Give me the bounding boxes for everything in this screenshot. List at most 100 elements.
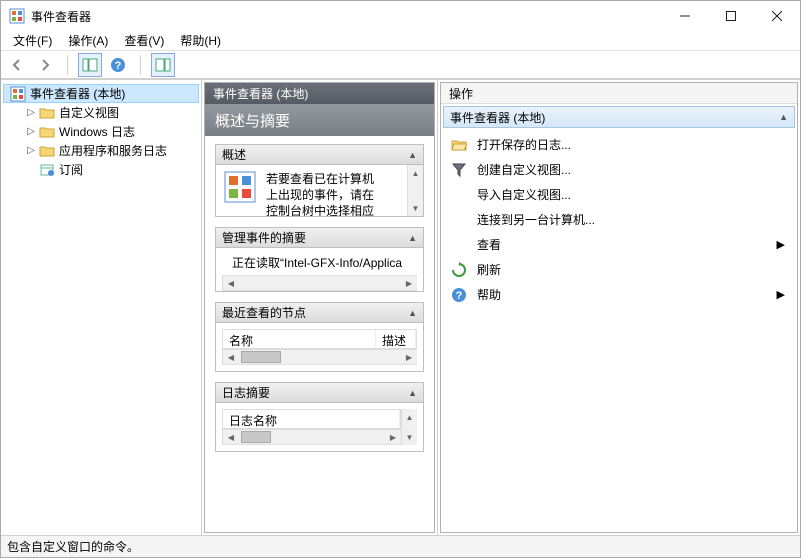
toolbar-separator-2 <box>140 55 141 75</box>
scroll-up-arrow[interactable]: ▲ <box>402 409 417 425</box>
window: 事件查看器 文件(F) 操作(A) 查看(V) 帮助(H) <box>0 0 801 558</box>
tree-item-label: Windows 日志 <box>59 123 135 140</box>
scroll-down-arrow[interactable]: ▼ <box>402 429 417 445</box>
column-name[interactable]: 名称 <box>223 330 376 348</box>
center-pane: 事件查看器 (本地) 概述与摘要 概述 ▲ <box>202 80 438 535</box>
center-header: 事件查看器 (本地) <box>205 83 434 104</box>
scroll-left-arrow[interactable]: ◀ <box>223 279 239 288</box>
forward-button[interactable] <box>33 53 57 77</box>
logsum-list-header: 日志名称 <box>222 409 401 429</box>
submenu-arrow-icon: ▶ <box>777 288 791 301</box>
chevron-up-icon: ▲ <box>408 150 417 160</box>
expander-icon[interactable]: ▷ <box>25 126 37 137</box>
section-recent-header[interactable]: 最近查看的节点 ▲ <box>215 302 424 323</box>
actions-group-header[interactable]: 事件查看器 (本地) ▲ <box>443 106 795 128</box>
column-desc[interactable]: 描述 <box>376 330 416 348</box>
panes: 事件查看器 (本地) ▷ 自定义视图 ▷ Windows 日志 ▷ <box>1 79 800 535</box>
status-bar: 包含自定义窗口的命令。 <box>1 535 800 557</box>
section-overview: 概述 ▲ 若要查看已在计算机 上出现的事件，请在 <box>215 144 424 217</box>
logsum-vscroll[interactable]: ▲ ▼ <box>401 409 417 445</box>
section-admin: 管理事件的摘要 ▲ 正在读取“Intel-GFX-Info/Applica ◀ … <box>215 227 424 292</box>
action-open-saved-log[interactable]: 打开保存的日志... <box>441 132 797 157</box>
tree-item-windows-logs[interactable]: ▷ Windows 日志 <box>21 122 199 141</box>
svg-text:?: ? <box>456 290 463 302</box>
tree-children: ▷ 自定义视图 ▷ Windows 日志 ▷ 应用程序和服务日志 <box>3 103 199 179</box>
menu-view[interactable]: 查看(V) <box>116 30 172 51</box>
tree-item-app-logs[interactable]: ▷ 应用程序和服务日志 <box>21 141 199 160</box>
help-icon: ? <box>451 287 467 303</box>
svg-text:?: ? <box>115 60 122 72</box>
refresh-icon <box>451 262 467 278</box>
section-recent-content: 名称 描述 ◀ ▶ <box>215 323 424 372</box>
action-label: 导入自定义视图... <box>477 186 571 203</box>
logsum-hscroll[interactable]: ◀ ▶ <box>222 429 401 445</box>
app-icon <box>9 8 25 24</box>
menu-action[interactable]: 操作(A) <box>60 30 116 51</box>
action-import-custom-view[interactable]: 导入自定义视图... <box>441 182 797 207</box>
section-recent-label: 最近查看的节点 <box>222 304 306 321</box>
action-pane-button[interactable] <box>151 53 175 77</box>
help-button[interactable]: ? <box>106 53 130 77</box>
section-recent: 最近查看的节点 ▲ 名称 描述 ◀ <box>215 302 424 372</box>
scroll-up-arrow[interactable]: ▲ <box>408 165 423 181</box>
tree: 事件查看器 (本地) ▷ 自定义视图 ▷ Windows 日志 ▷ <box>3 84 199 179</box>
expander-icon[interactable]: ▷ <box>25 107 37 118</box>
column-logname[interactable]: 日志名称 <box>223 410 400 428</box>
tree-root[interactable]: 事件查看器 (本地) <box>3 84 199 103</box>
chevron-up-icon: ▲ <box>408 388 417 398</box>
chevron-up-icon: ▲ <box>779 112 788 122</box>
menu-file[interactable]: 文件(F) <box>5 30 60 51</box>
action-label: 刷新 <box>477 261 501 278</box>
scroll-down-arrow[interactable]: ▼ <box>408 200 423 216</box>
scroll-thumb[interactable] <box>241 351 281 363</box>
back-button[interactable] <box>5 53 29 77</box>
action-label: 创建自定义视图... <box>477 161 571 178</box>
section-admin-header[interactable]: 管理事件的摘要 ▲ <box>215 227 424 248</box>
maximize-button[interactable] <box>708 1 754 31</box>
section-overview-label: 概述 <box>222 146 246 163</box>
folder-open-icon <box>451 137 467 153</box>
window-buttons <box>662 1 800 31</box>
recent-hscroll[interactable]: ◀ ▶ <box>222 349 417 365</box>
scroll-right-arrow[interactable]: ▶ <box>401 279 417 288</box>
section-admin-label: 管理事件的摘要 <box>222 229 306 246</box>
action-help[interactable]: ? 帮助 ▶ <box>441 282 797 307</box>
overview-description: 若要查看已在计算机 上出现的事件，请在 控制台树中选择相应 <box>266 171 380 217</box>
tree-pane: 事件查看器 (本地) ▷ 自定义视图 ▷ Windows 日志 ▷ <box>1 80 202 535</box>
folder-icon <box>39 124 55 140</box>
action-refresh[interactable]: 刷新 <box>441 257 797 282</box>
section-overview-header[interactable]: 概述 ▲ <box>215 144 424 165</box>
actions-pane: 操作 事件查看器 (本地) ▲ 打开保存的日志... 创建自定义视图... <box>438 80 800 535</box>
admin-hscroll[interactable]: ◀ ▶ <box>222 275 417 291</box>
actions-group-label: 事件查看器 (本地) <box>450 109 545 126</box>
chevron-up-icon: ▲ <box>408 233 417 243</box>
section-logsum-content: 日志名称 ◀ ▶ ▲ ▼ <box>215 403 424 452</box>
action-label: 查看 <box>477 236 501 253</box>
section-logsum-header[interactable]: 日志摘要 ▲ <box>215 382 424 403</box>
window-title: 事件查看器 <box>31 8 662 25</box>
expander-icon[interactable]: ▷ <box>25 145 37 156</box>
close-button[interactable] <box>754 1 800 31</box>
scroll-left-arrow[interactable]: ◀ <box>223 433 239 442</box>
minimize-button[interactable] <box>662 1 708 31</box>
scroll-thumb[interactable] <box>241 431 271 443</box>
scroll-right-arrow[interactable]: ▶ <box>385 433 401 442</box>
action-create-custom-view[interactable]: 创建自定义视图... <box>441 157 797 182</box>
section-admin-content: 正在读取“Intel-GFX-Info/Applica ◀ ▶ <box>215 248 424 292</box>
center-title: 概述与摘要 <box>205 104 434 136</box>
action-connect-computer[interactable]: 连接到另一台计算机... <box>441 207 797 232</box>
action-label: 连接到另一台计算机... <box>477 211 595 228</box>
overview-vscroll[interactable]: ▲ ▼ <box>407 165 423 216</box>
scroll-right-arrow[interactable]: ▶ <box>401 353 417 362</box>
tree-item-custom-views[interactable]: ▷ 自定义视图 <box>21 103 199 122</box>
action-view[interactable]: 查看 ▶ <box>441 232 797 257</box>
console-tree-button[interactable] <box>78 53 102 77</box>
center-body: 概述 ▲ 若要查看已在计算机 上出现的事件，请在 <box>205 136 434 532</box>
scroll-left-arrow[interactable]: ◀ <box>223 353 239 362</box>
tree-item-subscriptions[interactable]: 订阅 <box>21 160 199 179</box>
tree-item-label: 订阅 <box>59 161 83 178</box>
tree-item-label: 应用程序和服务日志 <box>59 142 167 159</box>
section-logsum: 日志摘要 ▲ 日志名称 ◀ ▶ <box>215 382 424 452</box>
menu-help[interactable]: 帮助(H) <box>172 30 229 51</box>
recent-list-header: 名称 描述 <box>222 329 417 349</box>
